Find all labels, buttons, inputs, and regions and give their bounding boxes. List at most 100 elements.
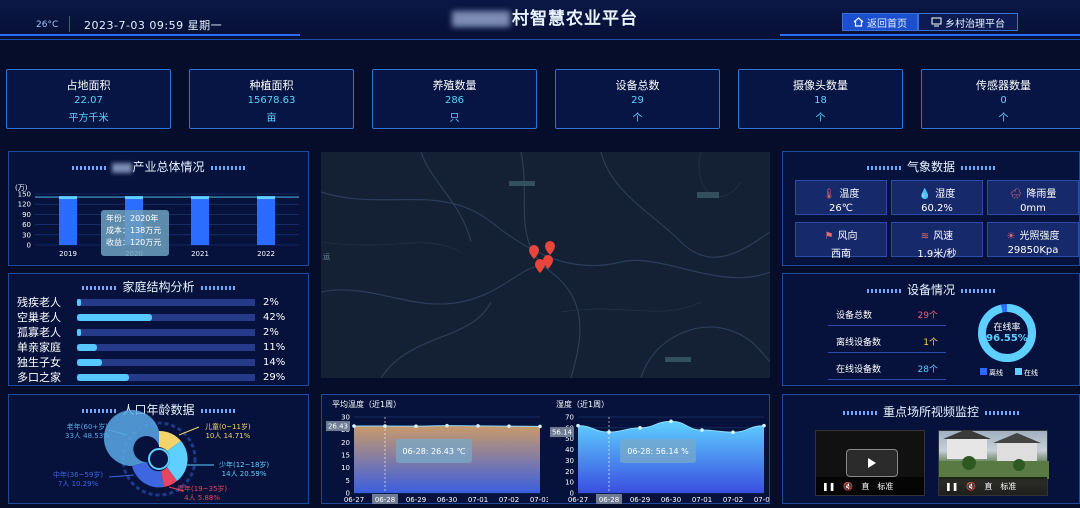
- stat-card: 设备总数 29 个: [555, 69, 720, 129]
- age-group-name: 少年(12~18岁): [219, 461, 270, 469]
- x-tick-label: 07-03: [754, 496, 770, 504]
- weather-label: 风向: [837, 231, 858, 242]
- online-rate-value: 96.55%: [986, 333, 1028, 344]
- map-view[interactable]: 运: [321, 152, 770, 378]
- data-point[interactable]: [638, 426, 642, 430]
- y-tick-label: 150: [18, 191, 31, 199]
- y-tick-label: 20: [565, 468, 574, 476]
- video-player-2[interactable]: ❚❚ 🔇 直 标准: [938, 430, 1049, 496]
- family-row-pct: 42%: [263, 311, 286, 323]
- video-player-1[interactable]: ❚❚ 🔇 直 标准: [815, 430, 925, 496]
- x-tick-label: 07-01: [692, 496, 712, 504]
- speed-control[interactable]: 直: [984, 481, 992, 492]
- header-temperature: 26°C: [36, 20, 59, 30]
- sunlight-icon: ☀: [1006, 231, 1016, 242]
- thermometer-icon: 🌡: [822, 189, 836, 200]
- data-point[interactable]: [445, 423, 449, 428]
- age-group-label: 中年(36~59岁) 7人 10.29%: [53, 471, 103, 489]
- weather-card-label-row: ⚑ 风向: [796, 227, 886, 242]
- map-marker-icon[interactable]: [529, 245, 539, 259]
- industry-panel: 产业总体情况 (万)03060901201502019202020212022 …: [8, 151, 309, 266]
- weather-label: 温度: [839, 189, 860, 200]
- stat-title: 传感器数量: [976, 79, 1031, 92]
- family-row-track: [77, 343, 255, 351]
- rural-governance-button[interactable]: 乡村治理平台: [918, 13, 1018, 31]
- data-point[interactable]: [414, 424, 418, 428]
- age-group-detail: 10人 14.71%: [205, 432, 251, 440]
- play-button[interactable]: [846, 449, 898, 477]
- data-point[interactable]: [476, 424, 480, 428]
- x-tick-label: 06-28: [375, 496, 395, 504]
- family-panel-title: 家庭结构分析: [9, 278, 308, 295]
- device-row: 设备总数 29个: [828, 304, 946, 326]
- pause-icon[interactable]: ❚❚: [945, 482, 958, 491]
- quality-control[interactable]: 标准: [1000, 481, 1016, 492]
- family-row-pct: 2%: [263, 296, 279, 308]
- stat-value: 15678.63: [247, 95, 296, 106]
- stat-unit: 只: [449, 113, 460, 124]
- data-point[interactable]: [669, 419, 673, 424]
- weather-label: 风速: [933, 231, 954, 242]
- stat-title: 养殖数量: [432, 79, 477, 92]
- family-row-bar: [77, 358, 102, 366]
- device-panel-title: 设备情况: [783, 281, 1079, 298]
- y-tick-label: 30: [22, 231, 31, 239]
- mute-icon[interactable]: 🔇: [966, 482, 976, 491]
- age-panel: 人口年龄数据 老年(60+岁) 33人 48.53% 儿童(0~11岁) 10人 14…: [8, 394, 309, 504]
- stat-unit: 个: [998, 113, 1009, 124]
- weather-card-label-row: ☀ 光照强度: [988, 227, 1078, 242]
- family-row-bar: [77, 328, 81, 336]
- home-button[interactable]: 返回首页: [842, 13, 918, 31]
- weather-card: 🌧 降雨量 0mm: [987, 180, 1079, 215]
- y-tick-label: 15: [341, 452, 350, 460]
- pause-icon[interactable]: ❚❚: [822, 482, 835, 491]
- weather-label: 湿度: [935, 189, 956, 200]
- data-point[interactable]: [538, 424, 542, 429]
- bar: [59, 198, 77, 245]
- age-group-label: 少年(12~18岁) 14人 20.59%: [219, 461, 269, 479]
- family-row-bar: [77, 298, 81, 306]
- weather-value: 1.9米/秒: [917, 249, 957, 260]
- y-tick-label: 0: [27, 242, 31, 250]
- quality-control[interactable]: 标准: [877, 481, 893, 492]
- x-tick-label: 2019: [59, 250, 77, 258]
- age-group-label: 儿童(0~11岁) 10人 14.71%: [205, 423, 251, 441]
- weather-card: 🌡 温度 26℃: [795, 180, 887, 215]
- family-row-label: 空巢老人: [17, 311, 61, 324]
- x-tick-label: 06-29: [630, 496, 650, 504]
- header-divider: [69, 16, 70, 32]
- data-point[interactable]: [762, 423, 766, 428]
- device-row: 在线设备数 28个: [828, 358, 946, 380]
- chart-title: 湿度（近1周）: [556, 399, 609, 409]
- y-tick-label: 20: [341, 439, 350, 447]
- weather-card-label-row: 🌧 降雨量: [988, 185, 1078, 200]
- map-marker-icon[interactable]: [545, 241, 555, 255]
- data-point[interactable]: [507, 424, 511, 428]
- data-point[interactable]: [731, 430, 735, 434]
- data-point[interactable]: [352, 424, 356, 428]
- age-group-detail: 4人 5.88%: [184, 494, 221, 502]
- x-tick-label: 06-30: [661, 496, 681, 504]
- map-marker-icon[interactable]: [535, 259, 545, 273]
- stat-value: 18: [814, 95, 827, 106]
- stat-value: 22.07: [74, 95, 103, 106]
- weather-label: 光照强度: [1019, 231, 1060, 242]
- stat-unit: 个: [815, 113, 826, 124]
- device-row-label: 设备总数: [836, 311, 873, 321]
- age-group-name: 老年(60+岁): [66, 423, 109, 431]
- stat-card: 种植面积 15678.63 亩: [189, 69, 354, 129]
- device-row-value: 1个: [923, 338, 938, 348]
- home-icon: [853, 17, 864, 27]
- stat-title: 种植面积: [249, 79, 294, 92]
- header-datetime: 2023-7-03 09:59 星期一: [84, 19, 223, 32]
- age-group-detail: 14人 20.59%: [221, 470, 267, 478]
- data-point[interactable]: [700, 428, 704, 432]
- bar: [191, 198, 209, 245]
- family-row: 独生子女 14%: [17, 355, 307, 369]
- data-point[interactable]: [576, 423, 580, 428]
- industry-panel-title: 产业总体情况: [9, 158, 308, 175]
- mute-icon[interactable]: 🔇: [843, 482, 853, 491]
- weather-card: ☀ 光照强度 29850Kpa: [987, 222, 1079, 257]
- speed-control[interactable]: 直: [861, 481, 869, 492]
- x-tick-label: 06-30: [437, 496, 457, 504]
